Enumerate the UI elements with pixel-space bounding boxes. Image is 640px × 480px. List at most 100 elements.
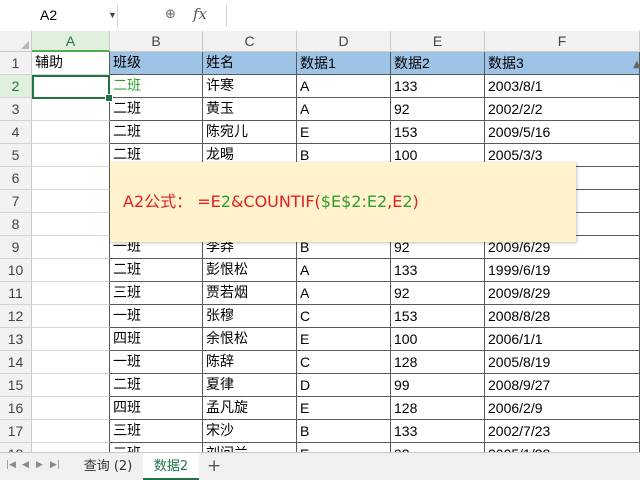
cell-f14[interactable]: 2005/8/19: [485, 351, 640, 374]
cell-a8[interactable]: [32, 213, 110, 236]
row-header-13[interactable]: 13: [0, 328, 32, 351]
cell-e10[interactable]: 133: [391, 259, 485, 282]
row-header-4[interactable]: 4: [0, 121, 32, 144]
cell-e16[interactable]: 128: [391, 397, 485, 420]
cell-c17[interactable]: 宋沙: [203, 420, 297, 443]
cell-f17[interactable]: 2002/7/23: [485, 420, 640, 443]
column-header-d[interactable]: D: [297, 31, 391, 52]
row-header-3[interactable]: 3: [0, 98, 32, 121]
cell-d14[interactable]: C: [297, 351, 391, 374]
cell-e18[interactable]: 92: [391, 443, 485, 452]
cell-c16[interactable]: 孟凡旋: [203, 397, 297, 420]
cell-f11[interactable]: 2009/8/29: [485, 282, 640, 305]
cell-e17[interactable]: 133: [391, 420, 485, 443]
cell-a12[interactable]: [32, 305, 110, 328]
cell-a13[interactable]: [32, 328, 110, 351]
row-header-9[interactable]: 9: [0, 236, 32, 259]
cell-b1[interactable]: 班级: [110, 52, 203, 75]
cell-f10[interactable]: 1999/6/19: [485, 259, 640, 282]
cell-c2[interactable]: 许寒: [203, 75, 297, 98]
cell-c13[interactable]: 余恨松: [203, 328, 297, 351]
cell-c10[interactable]: 彭恨松: [203, 259, 297, 282]
cell-b16[interactable]: 四班: [110, 397, 203, 420]
column-header-a[interactable]: A: [32, 31, 110, 52]
cell-c18[interactable]: 刘问兰: [203, 443, 297, 452]
cell-d3[interactable]: A: [297, 98, 391, 121]
cell-d13[interactable]: E: [297, 328, 391, 351]
cell-a15[interactable]: [32, 374, 110, 397]
row-header-5[interactable]: 5: [0, 144, 32, 167]
cell-d12[interactable]: C: [297, 305, 391, 328]
row-header-1[interactable]: 1: [0, 52, 32, 75]
cell-f13[interactable]: 2006/1/1: [485, 328, 640, 351]
sheet-tab-query-2[interactable]: 查询 (2): [73, 453, 143, 480]
cell-e14[interactable]: 128: [391, 351, 485, 374]
row-header-10[interactable]: 10: [0, 259, 32, 282]
cell-b4[interactable]: 二班: [110, 121, 203, 144]
cell-e2[interactable]: 133: [391, 75, 485, 98]
cell-c1[interactable]: 姓名: [203, 52, 297, 75]
column-header-b[interactable]: B: [110, 31, 203, 52]
cell-a16[interactable]: [32, 397, 110, 420]
cell-b13[interactable]: 四班: [110, 328, 203, 351]
cell-c11[interactable]: 贾若烟: [203, 282, 297, 305]
cell-d15[interactable]: D: [297, 374, 391, 397]
cell-e4[interactable]: 153: [391, 121, 485, 144]
cell-f12[interactable]: 2008/8/28: [485, 305, 640, 328]
cell-b15[interactable]: 二班: [110, 374, 203, 397]
add-sheet-icon[interactable]: +: [207, 456, 221, 476]
cell-e15[interactable]: 99: [391, 374, 485, 397]
cell-f18[interactable]: 2005/1/28: [485, 443, 640, 452]
cell-b11[interactable]: 三班: [110, 282, 203, 305]
zoom-formula-icon[interactable]: ⊕: [165, 7, 176, 22]
cell-b14[interactable]: 一班: [110, 351, 203, 374]
cell-f1[interactable]: 数据3: [485, 52, 640, 75]
row-header-11[interactable]: 11: [0, 282, 32, 305]
row-header-14[interactable]: 14: [0, 351, 32, 374]
cell-b3[interactable]: 二班: [110, 98, 203, 121]
fill-handle[interactable]: [105, 94, 113, 102]
scroll-up-icon[interactable]: ▲: [633, 59, 640, 70]
cell-c3[interactable]: 黄玉: [203, 98, 297, 121]
cell-a11[interactable]: [32, 282, 110, 305]
cell-a17[interactable]: [32, 420, 110, 443]
row-header-15[interactable]: 15: [0, 374, 32, 397]
cell-f2[interactable]: 2003/8/1: [485, 75, 640, 98]
cell-f4[interactable]: 2009/5/16: [485, 121, 640, 144]
next-sheet-icon[interactable]: ▶: [36, 460, 43, 470]
cell-a18[interactable]: [32, 443, 110, 452]
cell-d18[interactable]: E: [297, 443, 391, 452]
cell-d10[interactable]: A: [297, 259, 391, 282]
prev-sheet-icon[interactable]: ◀: [22, 460, 29, 470]
cell-d4[interactable]: E: [297, 121, 391, 144]
sheet-tab-data2[interactable]: 数据2: [143, 453, 199, 480]
cell-b12[interactable]: 一班: [110, 305, 203, 328]
cell-e1[interactable]: 数据2: [391, 52, 485, 75]
cell-e12[interactable]: 153: [391, 305, 485, 328]
row-header-16[interactable]: 16: [0, 397, 32, 420]
row-header-7[interactable]: 7: [0, 190, 32, 213]
cell-f16[interactable]: 2006/2/9: [485, 397, 640, 420]
cell-a5[interactable]: [32, 144, 110, 167]
column-header-f[interactable]: F: [485, 31, 640, 52]
cell-a1[interactable]: 辅助: [32, 52, 110, 75]
cell-b18[interactable]: 三班: [110, 443, 203, 452]
column-header-e[interactable]: E: [391, 31, 485, 52]
column-header-c[interactable]: C: [203, 31, 297, 52]
cell-c4[interactable]: 陈宛儿: [203, 121, 297, 144]
cell-e3[interactable]: 92: [391, 98, 485, 121]
cell-e11[interactable]: 92: [391, 282, 485, 305]
cell-a7[interactable]: [32, 190, 110, 213]
row-header-2[interactable]: 2: [0, 75, 32, 98]
cell-a4[interactable]: [32, 121, 110, 144]
cell-c12[interactable]: 张穆: [203, 305, 297, 328]
row-header-6[interactable]: 6: [0, 167, 32, 190]
last-sheet-icon[interactable]: ▶|: [50, 460, 60, 470]
cell-a9[interactable]: [32, 236, 110, 259]
cell-f15[interactable]: 2008/9/27: [485, 374, 640, 397]
cell-a14[interactable]: [32, 351, 110, 374]
cell-a10[interactable]: [32, 259, 110, 282]
cell-f3[interactable]: 2002/2/2: [485, 98, 640, 121]
cell-d16[interactable]: E: [297, 397, 391, 420]
row-header-8[interactable]: 8: [0, 213, 32, 236]
